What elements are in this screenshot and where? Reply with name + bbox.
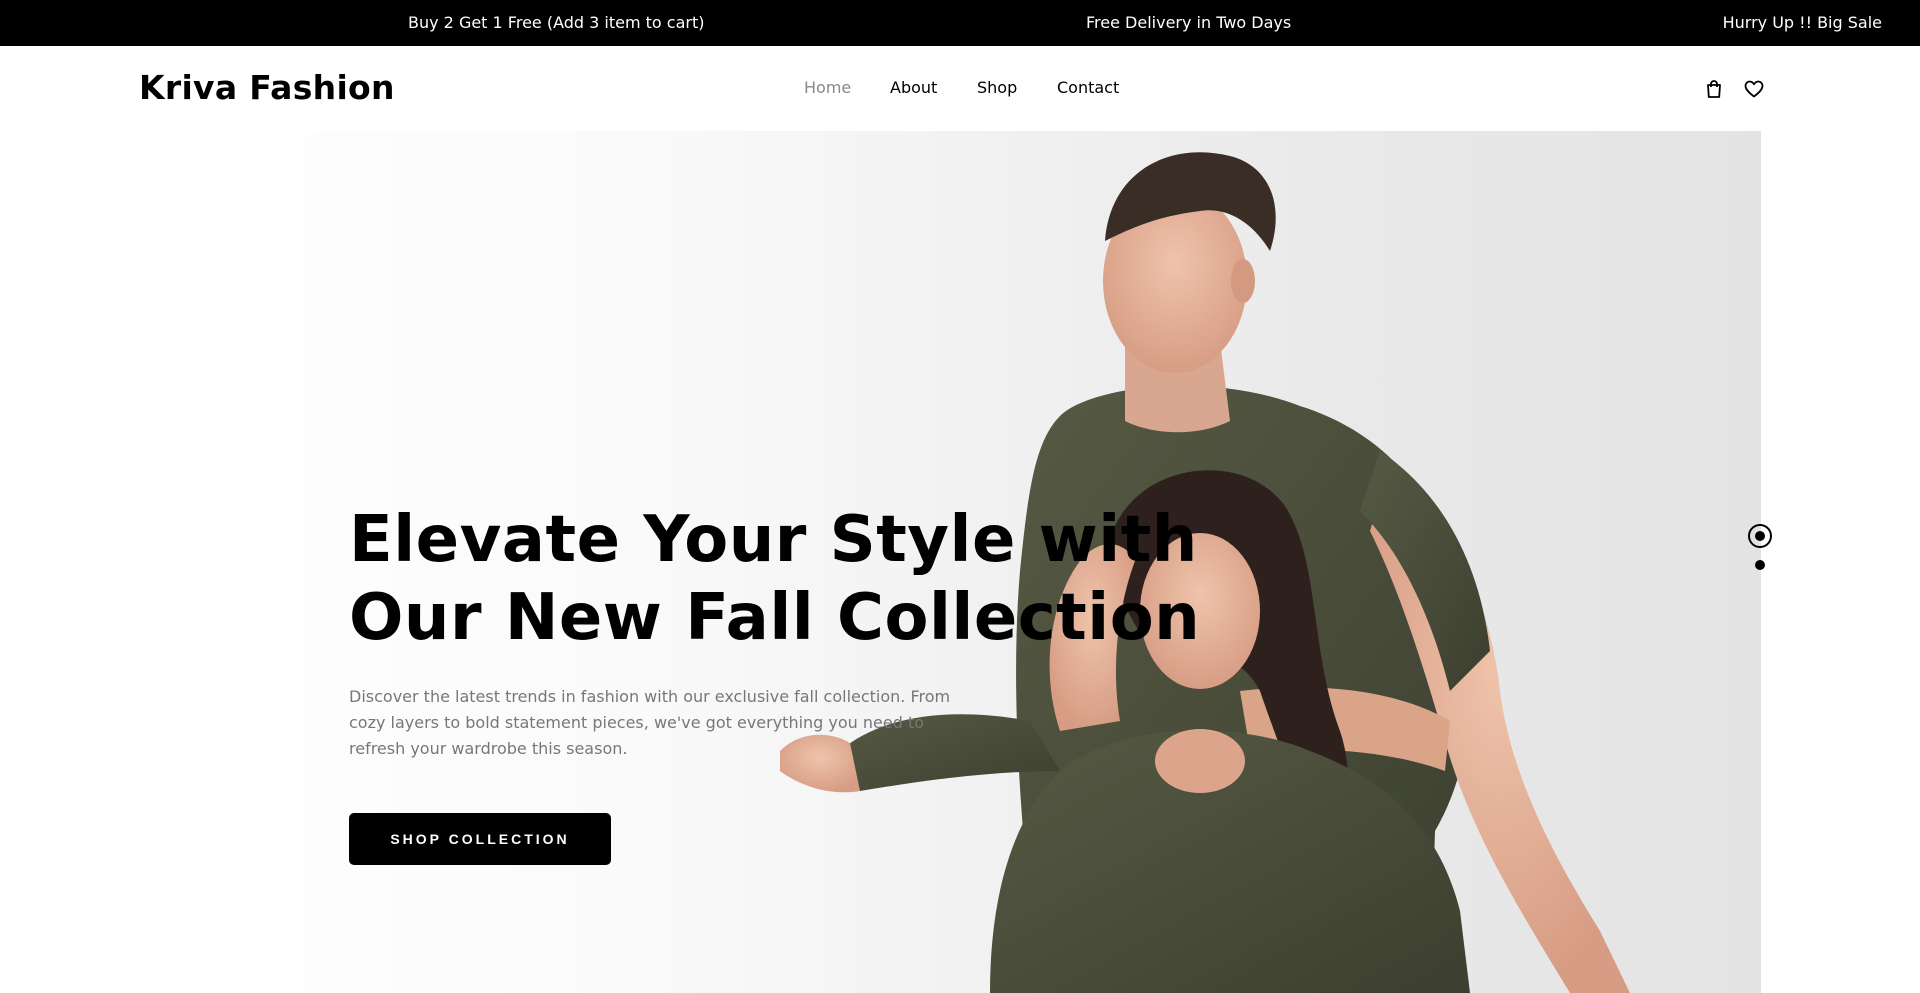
nav-about[interactable]: About [890,78,937,97]
slider-dot-active[interactable] [1748,524,1772,548]
announcement-item: Free Delivery in Two Days [1086,13,1292,32]
nav-contact[interactable]: Contact [1057,78,1119,97]
hero-description: Discover the latest trends in fashion wi… [349,687,951,758]
nav-home[interactable]: Home [804,78,851,97]
hero-banner: Elevate Your Style with Our New Fall Col… [160,131,1761,993]
hero-title: Elevate Your Style with Our New Fall Col… [349,501,1201,657]
logo[interactable]: Kriva Fashion [139,68,395,107]
announcement-bar: Buy 2 Get 1 Free (Add 3 item to cart) Fr… [0,0,1920,46]
nav-shop[interactable]: Shop [977,78,1017,97]
shop-collection-button[interactable]: SHOP COLLECTION [349,813,611,865]
hero-title-line: Our New Fall Collection [349,581,1201,655]
shopping-bag-icon[interactable] [1703,78,1725,100]
site-header: Kriva Fashion Home About Shop Contact [0,46,1920,131]
announcement-item: Buy 2 Get 1 Free (Add 3 item to cart) [408,13,705,32]
heart-icon[interactable] [1743,78,1765,100]
announcement-item: Hurry Up !! Big Sale [1722,13,1882,32]
logo-text: Kriva Fashion [139,68,395,107]
slider-dot[interactable] [1755,560,1765,570]
hero-title-line: Elevate Your Style with [349,503,1198,577]
